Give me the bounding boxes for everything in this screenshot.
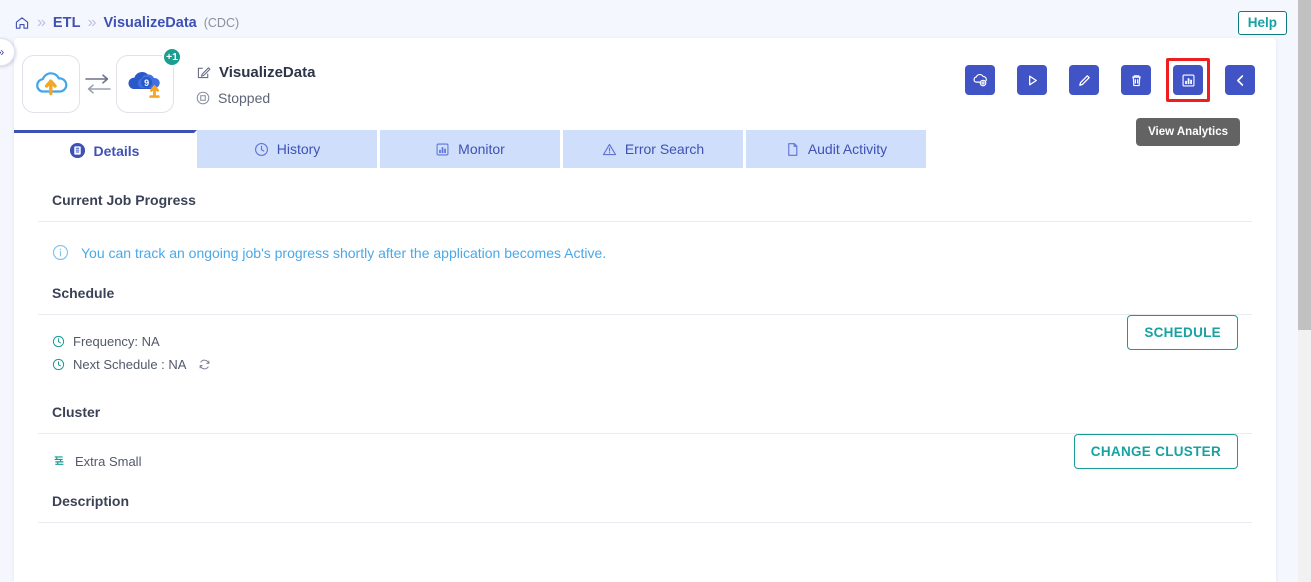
- view-analytics-highlight: [1166, 58, 1210, 102]
- view-analytics-tooltip: View Analytics: [1136, 118, 1240, 146]
- stop-circle-icon: [196, 91, 210, 105]
- run-button[interactable]: [1017, 65, 1047, 95]
- delete-button[interactable]: [1121, 65, 1151, 95]
- change-cluster-button[interactable]: CHANGE CLUSTER: [1074, 434, 1238, 469]
- action-toolbar: [958, 58, 1262, 102]
- breadcrumb-separator-1: »: [37, 15, 46, 31]
- extra-connector-badge: +1: [162, 47, 182, 67]
- collapse-button[interactable]: [1225, 65, 1255, 95]
- divider: [38, 522, 1252, 523]
- tab-audit-activity-label: Audit Activity: [808, 141, 887, 157]
- schedule-info: Frequency: NA Next Schedule : NA: [38, 315, 211, 380]
- breadcrumb-item-visualizedata[interactable]: VisualizeData: [104, 15, 197, 31]
- details-panel: Current Job Progress You can track an on…: [14, 168, 1276, 523]
- application-detail-card: 9 +1 VisualizeData: [14, 38, 1276, 582]
- tab-monitor[interactable]: Monitor: [380, 130, 563, 168]
- schedule-frequency: Frequency: NA: [73, 334, 160, 349]
- cluster-title: Cluster: [38, 380, 1252, 433]
- next-schedule-row: Next Schedule : NA: [52, 357, 211, 372]
- svg-text:9: 9: [144, 78, 149, 88]
- clock-history-icon: [254, 142, 269, 157]
- next-schedule-value: Next Schedule : NA: [73, 357, 186, 372]
- refresh-icon[interactable]: [198, 358, 211, 371]
- clock-icon: [52, 335, 65, 348]
- tab-audit-activity[interactable]: Audit Activity: [746, 130, 929, 168]
- application-name: VisualizeData: [219, 64, 315, 81]
- application-header: 9 +1 VisualizeData: [14, 38, 1276, 130]
- book-icon: [69, 142, 86, 159]
- job-progress-info: You can track an ongoing job's progress …: [38, 222, 1252, 261]
- bar-chart-icon: [435, 142, 450, 157]
- help-button[interactable]: Help: [1238, 11, 1287, 35]
- home-icon[interactable]: [14, 15, 30, 31]
- tab-history-label: History: [277, 141, 321, 157]
- info-circle-icon: [52, 244, 69, 261]
- breadcrumb-item-type: (CDC): [204, 16, 239, 30]
- document-icon: [785, 142, 800, 157]
- bar-chart-icon: [1181, 73, 1196, 88]
- server-stack-icon: [52, 454, 66, 468]
- schedule-frequency-row: Frequency: NA: [52, 334, 211, 349]
- tab-monitor-label: Monitor: [458, 141, 505, 157]
- warning-triangle-icon: [602, 142, 617, 157]
- tab-error-search-label: Error Search: [625, 141, 704, 157]
- sidebar-expand-toggle[interactable]: »: [0, 38, 15, 66]
- application-meta: VisualizeData Stopped: [196, 64, 315, 106]
- schedule-block: Frequency: NA Next Schedule : NA: [38, 315, 1252, 380]
- breadcrumb-separator-2: »: [88, 15, 97, 31]
- trash-icon: [1129, 73, 1144, 88]
- chevron-double-right-icon: »: [0, 45, 4, 59]
- edit-button[interactable]: [1069, 65, 1099, 95]
- deploy-button-slot: [958, 58, 1002, 102]
- delete-button-slot: [1114, 58, 1158, 102]
- collapse-button-slot: [1218, 58, 1262, 102]
- deploy-button[interactable]: [965, 65, 995, 95]
- page-scrollbar[interactable]: [1298, 0, 1311, 582]
- breadcrumb-item-etl[interactable]: ETL: [53, 15, 81, 31]
- tab-details[interactable]: Details: [14, 130, 197, 168]
- cloud-deploy-icon: [972, 72, 988, 88]
- chevron-left-icon: [1233, 73, 1248, 88]
- schedule-button[interactable]: SCHEDULE: [1127, 315, 1238, 350]
- page-scrollbar-thumb[interactable]: [1298, 0, 1311, 330]
- clock-icon: [52, 358, 65, 371]
- view-analytics-button[interactable]: [1173, 65, 1203, 95]
- description-title: Description: [38, 469, 1252, 522]
- pencil-icon: [1077, 73, 1092, 88]
- cloud-nine-upload-icon: 9: [125, 68, 165, 100]
- tab-history[interactable]: History: [197, 130, 380, 168]
- edit-button-slot: [1062, 58, 1106, 102]
- tab-details-label: Details: [94, 143, 140, 159]
- application-status: Stopped: [218, 90, 270, 106]
- cloud-upload-icon: [32, 69, 70, 99]
- connector-pipeline: 9 +1: [18, 50, 174, 113]
- bidirectional-arrows-icon: [80, 71, 116, 97]
- source-connector-tile[interactable]: [22, 55, 80, 113]
- run-button-slot: [1010, 58, 1054, 102]
- tab-error-search[interactable]: Error Search: [563, 130, 746, 168]
- job-progress-info-text: You can track an ongoing job's progress …: [81, 245, 606, 261]
- play-icon: [1025, 73, 1040, 88]
- current-job-progress-title: Current Job Progress: [38, 168, 1252, 221]
- cluster-size: Extra Small: [75, 454, 141, 469]
- cluster-block: Extra Small CHANGE CLUSTER: [38, 434, 1252, 469]
- edit-square-icon[interactable]: [196, 65, 211, 80]
- tab-bar: Details History Monitor: [14, 130, 1276, 168]
- breadcrumb: » ETL » VisualizeData (CDC): [14, 10, 239, 36]
- cluster-info: Extra Small: [38, 435, 141, 469]
- target-connector-tile[interactable]: 9 +1: [116, 55, 174, 113]
- schedule-title: Schedule: [38, 261, 1252, 314]
